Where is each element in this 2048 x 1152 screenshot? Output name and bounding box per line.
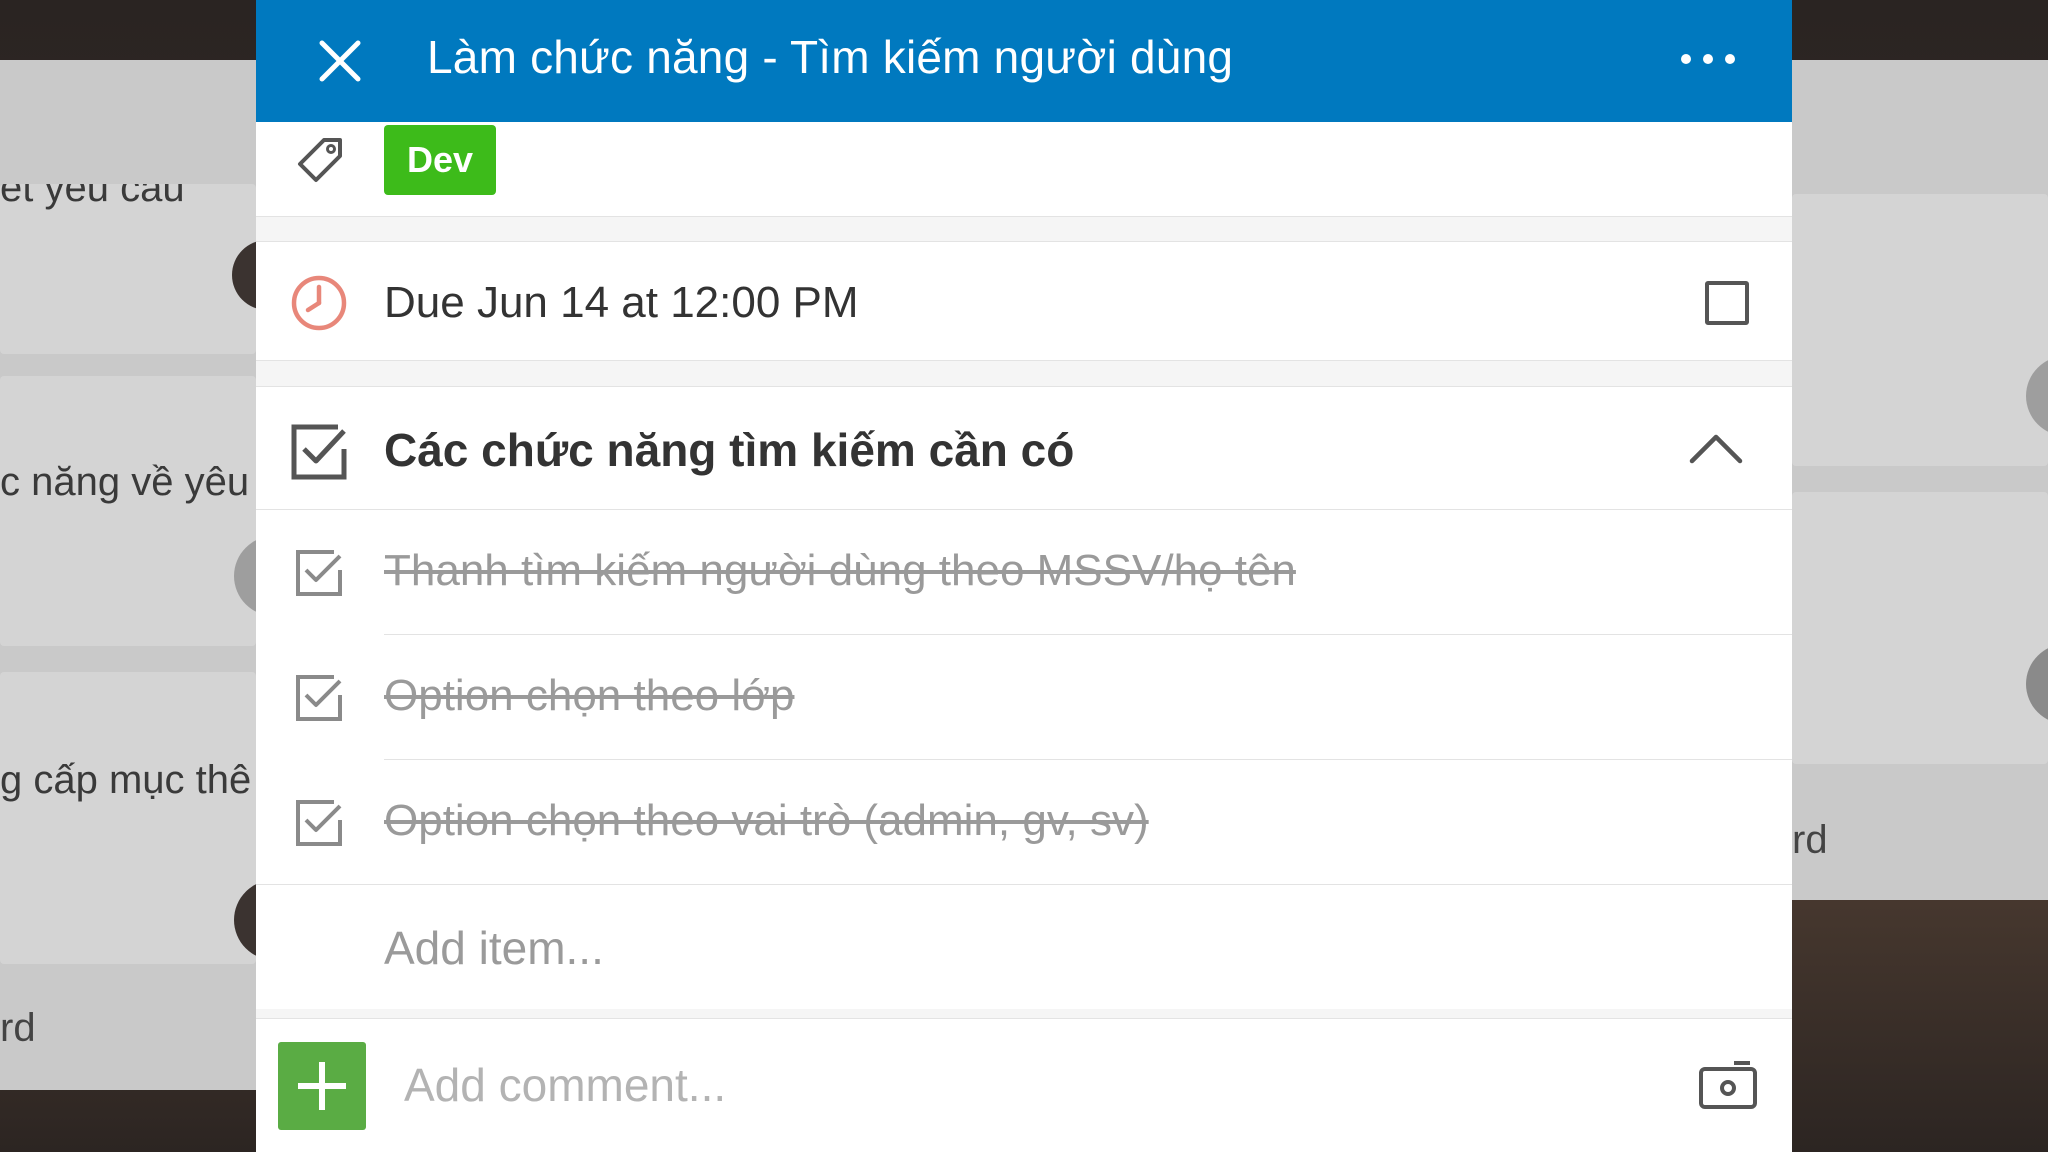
- checkbox-checked-icon[interactable]: [294, 798, 344, 848]
- chevron-up-icon: [1689, 434, 1743, 464]
- label-dev[interactable]: Dev: [384, 125, 496, 195]
- avatar: [2026, 356, 2048, 436]
- labels-row[interactable]: Dev: [256, 122, 1792, 217]
- checklist-item-text[interactable]: Option chọn theo lớp: [384, 671, 794, 721]
- checklist-item[interactable]: Option chọn theo vai trò (admin, gv, sv): [256, 760, 1792, 885]
- checkbox-checked-icon[interactable]: [294, 548, 344, 598]
- card-title[interactable]: Làm chức năng - Tìm kiếm người dùng: [427, 30, 1233, 84]
- bg-card[interactable]: g cấp mục thê: [0, 672, 256, 964]
- collapse-button[interactable]: [1688, 427, 1744, 467]
- more-icon: [1681, 54, 1735, 64]
- avatar: [2026, 644, 2048, 724]
- bg-card[interactable]: [1792, 492, 2048, 764]
- checkbox-checked-icon[interactable]: [294, 673, 344, 723]
- checklist-item-text[interactable]: Option chọn theo vai trò (admin, gv, sv): [384, 796, 1149, 846]
- add-checklist-item-row[interactable]: Add item...: [256, 885, 1792, 1009]
- due-date-text: Due Jun 14 at 12:00 PM: [384, 278, 859, 327]
- label-icon: [294, 134, 346, 186]
- avatar: [234, 536, 256, 616]
- due-date-row[interactable]: Due Jun 14 at 12:00 PM: [256, 241, 1792, 361]
- due-complete-checkbox[interactable]: [1705, 281, 1749, 325]
- bg-card-text: ết yêu cầu: [0, 184, 185, 210]
- camera-button[interactable]: [1698, 1059, 1758, 1111]
- avatar: [232, 240, 256, 310]
- card-detail-modal: Làm chức năng - Tìm kiếm người dùng Dev: [256, 0, 1792, 1152]
- modal-header: Làm chức năng - Tìm kiếm người dùng: [256, 0, 1792, 122]
- bg-card-text: g cấp mục thê: [0, 758, 252, 802]
- camera-icon: [1699, 1061, 1757, 1109]
- bg-list-right: [1792, 60, 2048, 900]
- checklist-icon: [290, 423, 348, 481]
- checklist-header: Các chức năng tìm kiếm cần có: [256, 386, 1792, 510]
- clock-icon: [290, 274, 348, 332]
- checklist-item[interactable]: Thanh tìm kiếm người dùng theo MSSV/họ t…: [256, 510, 1792, 635]
- close-icon: [319, 40, 361, 82]
- comment-bar: [256, 1018, 1792, 1152]
- comment-input[interactable]: [404, 1053, 1604, 1117]
- add-attachment-button[interactable]: [278, 1042, 366, 1130]
- close-button[interactable]: [316, 37, 364, 85]
- bg-card[interactable]: c năng về yêu: [0, 376, 256, 646]
- bg-add-card-text: rd: [0, 1006, 36, 1050]
- bg-card[interactable]: ết yêu cầu: [0, 184, 256, 354]
- add-item-input[interactable]: Add item...: [384, 921, 604, 975]
- more-button[interactable]: [1678, 44, 1738, 74]
- checklist-title[interactable]: Các chức năng tìm kiếm cần có: [384, 423, 1074, 477]
- avatar: [234, 880, 256, 960]
- checklist-item-text[interactable]: Thanh tìm kiếm người dùng theo MSSV/họ t…: [384, 546, 1296, 596]
- checklist-item[interactable]: Option chọn theo lớp: [256, 635, 1792, 760]
- bg-card[interactable]: [1792, 194, 2048, 466]
- plus-icon: [298, 1062, 346, 1110]
- bg-card-text: c năng về yêu: [0, 460, 250, 504]
- bg-add-card-text: rd: [1792, 818, 1828, 862]
